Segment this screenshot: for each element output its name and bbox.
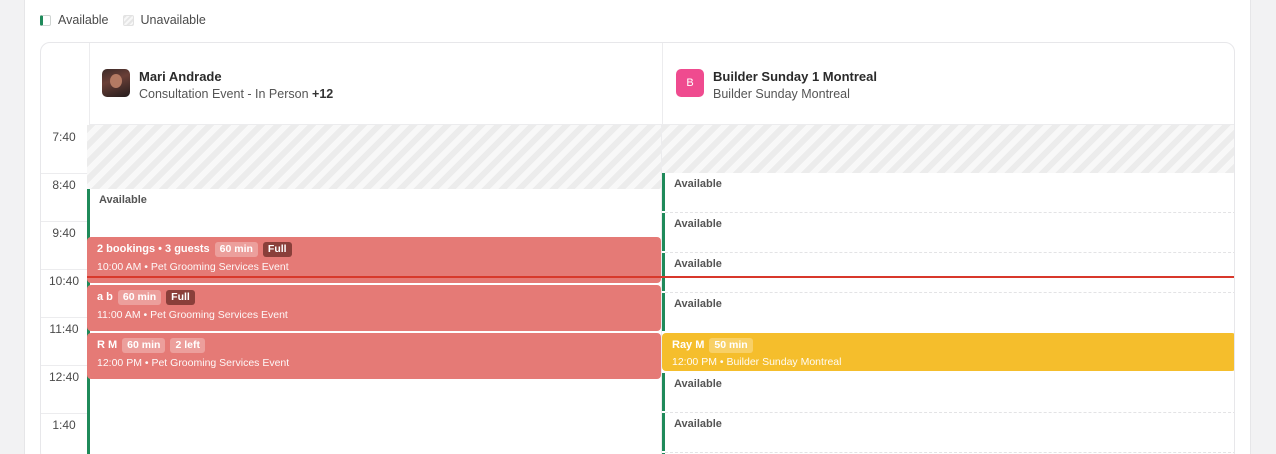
time-label: 12:40 bbox=[48, 370, 80, 384]
booking-title: 2 bookings • 3 guests bbox=[97, 243, 210, 255]
column-header-mari-andrade[interactable]: Mari Andrade Consultation Event - In Per… bbox=[90, 43, 662, 125]
schedule-body: 7:40 8:40 9:40 10:40 11:40 12:40 1:40 Av… bbox=[41, 125, 1234, 454]
header-gutter bbox=[41, 43, 90, 125]
host-event-name: Builder Sunday Montreal bbox=[713, 87, 850, 101]
time-label: 9:40 bbox=[52, 226, 76, 240]
time-label: 1:40 bbox=[52, 418, 76, 432]
available-slot[interactable] bbox=[662, 293, 665, 331]
booking-time: 12:00 PM bbox=[97, 357, 142, 369]
booking-details: 11:00 AM • Pet Grooming Services Event bbox=[97, 309, 288, 321]
booking-event-name: Pet Grooming Services Event bbox=[151, 357, 290, 369]
legend-unavailable: Unavailable bbox=[122, 13, 206, 27]
booking-card[interactable]: Ray M 50 min 12:00 PM • Builder Sunday Mo… bbox=[662, 333, 1234, 371]
schedule-grid: Mari Andrade Consultation Event - In Per… bbox=[40, 42, 1235, 454]
legend-available: Available bbox=[40, 13, 109, 27]
status-badge: 2 left bbox=[170, 338, 205, 353]
unavailable-block bbox=[662, 125, 1234, 173]
time-label: 8:40 bbox=[52, 178, 76, 192]
legend-available-label: Available bbox=[58, 13, 109, 27]
booking-details: 12:00 PM • Pet Grooming Services Event bbox=[97, 357, 290, 369]
slot-divider bbox=[665, 452, 1234, 453]
duration-badge: 60 min bbox=[122, 338, 166, 353]
column-header-builder-sunday[interactable]: B Builder Sunday 1 Montreal Builder Sund… bbox=[662, 43, 1234, 125]
booking-title: Ray M bbox=[672, 339, 705, 351]
time-label: 11:40 bbox=[49, 322, 79, 336]
available-label: Available bbox=[674, 178, 722, 190]
available-label: Available bbox=[99, 194, 147, 206]
current-time-indicator bbox=[87, 276, 1234, 278]
status-badge: Full bbox=[262, 242, 292, 257]
unavailable-block bbox=[87, 125, 661, 189]
slot-divider bbox=[665, 292, 1234, 293]
hour-line bbox=[41, 317, 87, 318]
column-builder-sunday: Available Available Available Available … bbox=[661, 125, 1234, 454]
available-label: Available bbox=[674, 418, 722, 430]
available-slot[interactable] bbox=[662, 173, 665, 211]
column-mari-andrade: Available 2 bookings • 3 guests 60 min Ful… bbox=[87, 125, 661, 454]
slot-divider bbox=[665, 252, 1234, 253]
booking-event-name: Builder Sunday Montreal bbox=[726, 356, 842, 368]
status-badge: Full bbox=[166, 290, 195, 305]
booking-event-name: Pet Grooming Services Event bbox=[150, 309, 288, 321]
legend: Available Unavailable bbox=[40, 12, 220, 28]
available-slot[interactable] bbox=[662, 213, 665, 251]
available-label: Available bbox=[674, 218, 722, 230]
unavailable-swatch-icon bbox=[122, 14, 134, 26]
available-label: Available bbox=[674, 378, 722, 390]
booking-details: 12:00 PM • Builder Sunday Montreal bbox=[672, 356, 842, 368]
duration-badge: 50 min bbox=[709, 338, 753, 353]
time-label: 10:40 bbox=[48, 274, 80, 288]
time-label: 7:40 bbox=[52, 130, 76, 144]
booking-title: R M bbox=[97, 339, 118, 351]
more-events-count[interactable]: +12 bbox=[312, 87, 333, 101]
host-name: Mari Andrade bbox=[139, 69, 222, 84]
duration-badge: 60 min bbox=[214, 242, 258, 257]
slot-divider bbox=[665, 412, 1234, 413]
slot-divider bbox=[665, 212, 1234, 213]
duration-badge: 60 min bbox=[117, 290, 162, 305]
available-slot[interactable] bbox=[662, 253, 665, 291]
booking-event-name: Pet Grooming Services Event bbox=[150, 261, 289, 273]
available-swatch-icon bbox=[40, 14, 51, 26]
booking-time: 10:00 AM bbox=[97, 261, 142, 273]
time-gutter: 7:40 8:40 9:40 10:40 11:40 12:40 1:40 bbox=[41, 125, 87, 454]
available-slot[interactable] bbox=[662, 373, 665, 411]
host-event-name: Consultation Event - In Person bbox=[139, 87, 309, 101]
available-slot[interactable] bbox=[662, 413, 665, 451]
host-name: Builder Sunday 1 Montreal bbox=[713, 69, 877, 84]
avatar: B bbox=[676, 69, 704, 97]
legend-unavailable-label: Unavailable bbox=[140, 13, 206, 27]
booking-time: 12:00 PM bbox=[672, 356, 717, 368]
booking-card[interactable]: a b 60 min Full 11:00 AM • Pet Grooming Se… bbox=[87, 285, 661, 331]
booking-title: a b bbox=[97, 291, 113, 303]
available-label: Available bbox=[674, 258, 722, 270]
hour-line bbox=[41, 269, 87, 270]
hour-line bbox=[41, 221, 87, 222]
booking-time: 11:00 AM bbox=[97, 309, 141, 321]
host-events: Consultation Event - In Person +12 bbox=[139, 86, 333, 103]
hour-line bbox=[41, 173, 87, 174]
available-label: Available bbox=[674, 298, 722, 310]
hour-line bbox=[41, 413, 87, 414]
avatar bbox=[102, 69, 130, 97]
booking-details: 10:00 AM • Pet Grooming Services Event bbox=[97, 261, 289, 273]
hour-line bbox=[41, 365, 87, 366]
booking-card[interactable]: R M 60 min 2 left 12:00 PM • Pet Grooming … bbox=[87, 333, 661, 379]
